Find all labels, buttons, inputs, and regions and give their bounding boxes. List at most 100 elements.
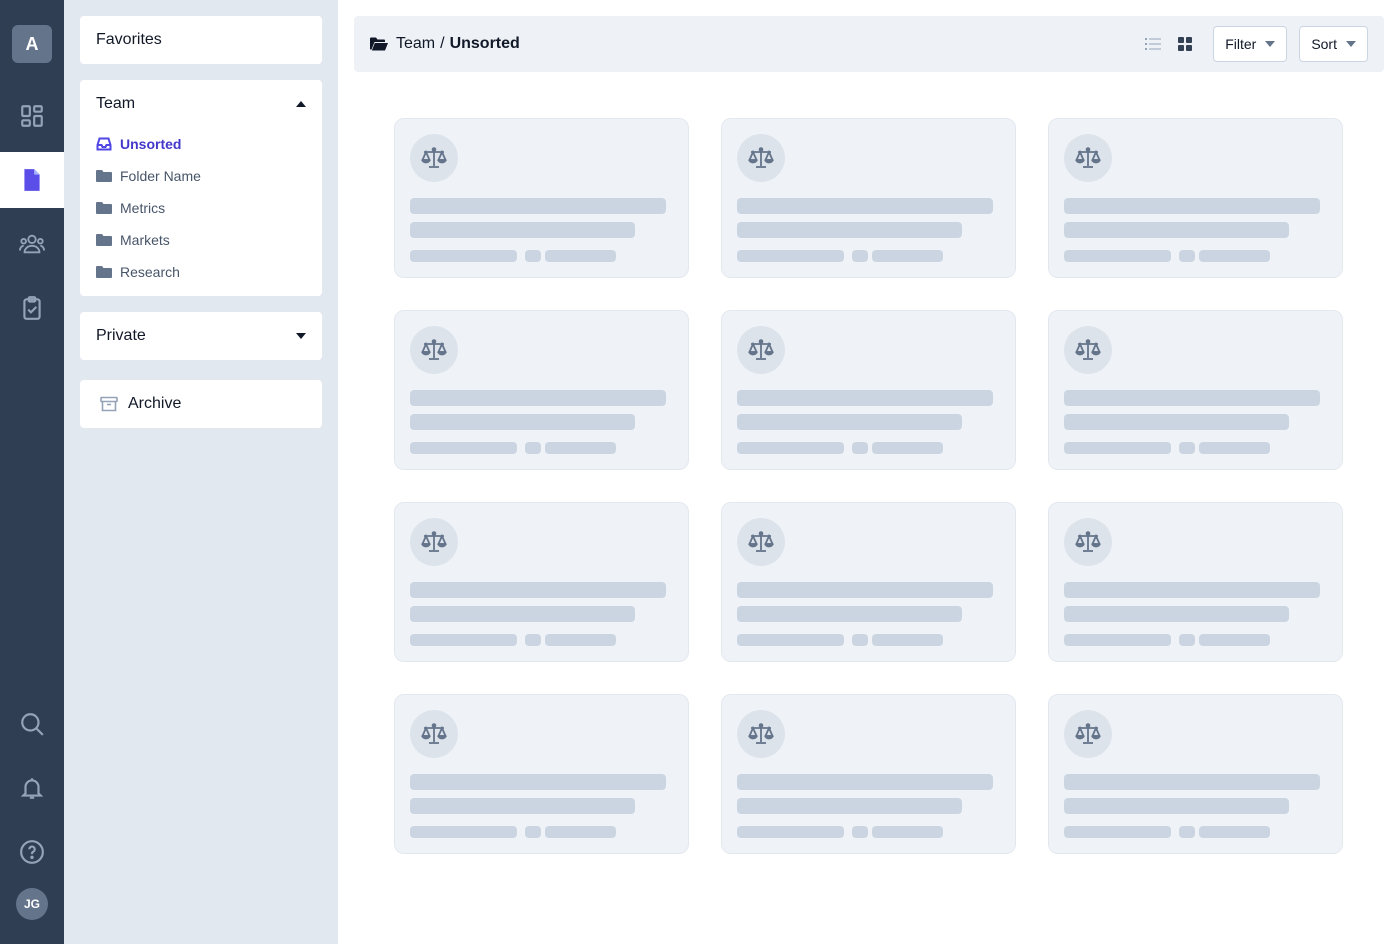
document-card-placeholder[interactable] <box>721 118 1016 278</box>
private-header[interactable]: Private <box>80 312 322 360</box>
document-card-placeholder[interactable] <box>1048 310 1343 470</box>
archive-panel: Archive <box>80 380 322 428</box>
document-card-placeholder[interactable] <box>721 694 1016 854</box>
document-card-placeholder[interactable] <box>394 310 689 470</box>
scale-balance-icon <box>421 531 447 552</box>
team-nav-button[interactable] <box>0 216 64 272</box>
skeleton-meta-line <box>1199 826 1270 838</box>
user-avatar[interactable]: JG <box>16 888 48 920</box>
document-card-placeholder[interactable] <box>1048 118 1343 278</box>
grid-view-button[interactable] <box>1169 28 1201 60</box>
main-content: Team / Unsorted Filter Sort <box>338 0 1400 944</box>
notifications-nav-button[interactable] <box>0 760 64 816</box>
scale-balance-icon <box>1075 147 1101 168</box>
skeleton-meta-line <box>872 826 943 838</box>
skeleton-subtitle-line <box>737 798 962 814</box>
users-icon <box>19 234 45 254</box>
card-icon-badge <box>1064 710 1112 758</box>
document-card-grid <box>394 118 1343 854</box>
folder-label: Metrics <box>120 200 166 216</box>
archive-header[interactable]: Archive <box>80 380 322 428</box>
folder-open-icon <box>370 37 388 51</box>
skeleton-meta-line <box>872 634 943 646</box>
skeleton-meta-line <box>737 826 844 838</box>
folder-icon <box>96 266 112 278</box>
breadcrumb-parent[interactable]: Team <box>396 35 435 53</box>
document-card-placeholder[interactable] <box>1048 694 1343 854</box>
icon-rail: A JG <box>0 0 64 944</box>
list-view-icon <box>1145 38 1162 50</box>
card-icon-badge <box>737 134 785 182</box>
skeleton-meta-line <box>872 442 943 454</box>
scale-balance-icon <box>421 339 447 360</box>
skeleton-meta-line <box>410 826 517 838</box>
expand-caret-icon <box>296 333 306 339</box>
skeleton-title-line <box>737 582 993 598</box>
breadcrumb-separator: / <box>440 35 445 52</box>
archive-icon <box>100 396 118 412</box>
team-header[interactable]: Team <box>80 80 322 128</box>
dashboard-nav-button[interactable] <box>0 88 64 144</box>
sort-dropdown[interactable]: Sort <box>1299 26 1368 62</box>
favorites-header[interactable]: Favorites <box>80 16 322 64</box>
filter-dropdown[interactable]: Filter <box>1213 26 1288 62</box>
document-card-placeholder[interactable] <box>394 118 689 278</box>
skeleton-meta-line <box>545 250 616 262</box>
workspace-logo[interactable]: A <box>12 25 52 63</box>
filter-label: Filter <box>1225 36 1257 52</box>
folder-item-metrics[interactable]: Metrics <box>96 192 306 224</box>
card-icon-badge <box>410 326 458 374</box>
team-panel: Team Unsorted Folder Name Metrics Market… <box>80 80 322 296</box>
scale-balance-icon <box>421 147 447 168</box>
folder-icon <box>96 170 112 182</box>
scale-balance-icon <box>748 531 774 552</box>
skeleton-meta-line <box>872 250 943 262</box>
card-icon-badge <box>1064 326 1112 374</box>
document-card-placeholder[interactable] <box>394 502 689 662</box>
documents-nav-button[interactable] <box>0 152 64 208</box>
document-card-placeholder[interactable] <box>721 310 1016 470</box>
skeleton-title-line <box>410 390 666 406</box>
skeleton-meta-dot <box>1179 634 1195 646</box>
folder-item-research[interactable]: Research <box>96 256 306 288</box>
document-card-placeholder[interactable] <box>1048 502 1343 662</box>
dashboard-icon <box>21 105 43 127</box>
tasks-nav-button[interactable] <box>0 280 64 336</box>
private-label: Private <box>96 327 146 344</box>
folder-item-folder-name[interactable]: Folder Name <box>96 160 306 192</box>
scale-balance-icon <box>1075 339 1101 360</box>
document-card-placeholder[interactable] <box>394 694 689 854</box>
skeleton-subtitle-line <box>410 414 635 430</box>
skeleton-meta-line <box>1199 442 1270 454</box>
bell-icon <box>20 778 44 799</box>
list-view-button[interactable] <box>1137 28 1169 60</box>
skeleton-meta-dot <box>852 442 868 454</box>
skeleton-title-line <box>1064 390 1320 406</box>
skeleton-meta-line <box>1064 442 1171 454</box>
breadcrumb-current: Unsorted <box>449 35 520 52</box>
skeleton-subtitle-line <box>410 606 635 622</box>
skeleton-meta-line <box>1064 826 1171 838</box>
search-nav-button[interactable] <box>0 696 64 752</box>
skeleton-meta-line <box>1199 250 1270 262</box>
skeleton-title-line <box>410 198 666 214</box>
skeleton-meta-line <box>1064 250 1171 262</box>
skeleton-subtitle-line <box>737 414 962 430</box>
skeleton-meta-dot <box>1179 826 1195 838</box>
skeleton-meta-line <box>410 250 517 262</box>
document-card-placeholder[interactable] <box>721 502 1016 662</box>
folder-item-unsorted[interactable]: Unsorted <box>96 128 306 160</box>
skeleton-meta-dot <box>1179 250 1195 262</box>
search-icon <box>21 713 44 736</box>
folder-item-markets[interactable]: Markets <box>96 224 306 256</box>
skeleton-title-line <box>1064 774 1320 790</box>
scale-balance-icon <box>748 339 774 360</box>
folder-icon <box>96 202 112 214</box>
skeleton-meta-dot <box>525 250 541 262</box>
skeleton-subtitle-line <box>410 798 635 814</box>
skeleton-meta-dot <box>852 634 868 646</box>
skeleton-meta-line <box>737 250 844 262</box>
help-nav-button[interactable] <box>0 824 64 880</box>
skeleton-subtitle-line <box>1064 222 1289 238</box>
chevron-down-icon <box>1265 41 1276 47</box>
